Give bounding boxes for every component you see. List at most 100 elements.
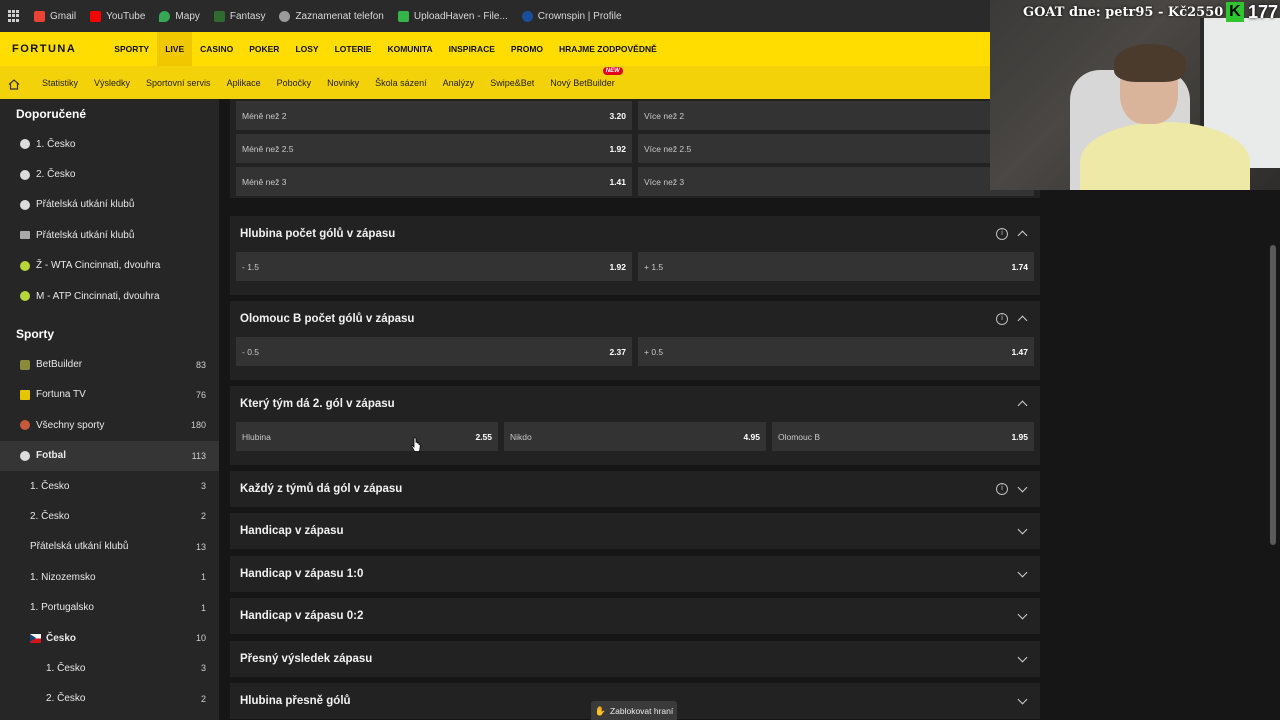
nav-poker[interactable]: POKER — [241, 32, 287, 66]
market-header[interactable]: Handicap v zápasu 0:2 — [230, 598, 1040, 634]
subnav-novy-betbuilder[interactable]: Nový BetBuilder NEW — [542, 66, 623, 88]
market-handicap[interactable]: Handicap v zápasu — [230, 513, 1040, 549]
sidebar-item-cesko-2-cesko[interactable]: 2. Česko 2 — [0, 684, 219, 714]
sidebar-item-2-cesko[interactable]: 2. Česko — [0, 159, 219, 189]
sidebar-item-wta-cincinnati[interactable]: Ž - WTA Cincinnati, dvouhra — [0, 251, 219, 281]
home-icon[interactable] — [8, 77, 20, 90]
nav-live[interactable]: LIVE — [157, 32, 193, 66]
chevron-down-icon[interactable] — [1016, 653, 1028, 665]
odd-mene-nez-2-5[interactable]: Méně než 2.5 1.92 — [236, 134, 632, 163]
odd-hlubina-under-1-5[interactable]: - 1.5 1.92 — [236, 252, 632, 281]
market-presny-vysledek[interactable]: Přesný výsledek zápasu — [230, 641, 1040, 677]
fortuna-logo[interactable]: FORTUNA — [12, 43, 76, 55]
nav-promo[interactable]: PROMO — [503, 32, 551, 66]
subnav-pobocky[interactable]: Pobočky — [269, 78, 320, 88]
fantasy-icon — [213, 10, 225, 22]
globe-icon — [279, 10, 291, 22]
subnav-analyzy[interactable]: Analýzy — [435, 78, 483, 88]
market-header[interactable]: Hlubina počet gólů v zápasu — [230, 216, 1040, 252]
chevron-up-icon[interactable] — [1016, 398, 1028, 410]
odd-vice-nez-3[interactable]: Více než 3 — [638, 167, 1034, 196]
subnav-skola-sazeni[interactable]: Škola sázení — [367, 78, 435, 88]
nav-hrajme-zodpovedne[interactable]: HRAJME ZODPOVĚDNĚ — [551, 32, 665, 66]
youtube-icon — [90, 10, 102, 22]
odd-olomouc-b[interactable]: Olomouc B 1.95 — [772, 422, 1034, 451]
bookmark-uploadhaven[interactable]: UploadHaven - File... — [397, 10, 508, 22]
chevron-up-icon[interactable] — [1016, 228, 1028, 240]
odd-vice-nez-2[interactable]: Více než 2 — [638, 101, 1034, 130]
odd-mene-nez-2[interactable]: Méně než 2 3.20 — [236, 101, 632, 130]
odds-row: - 1.5 1.92 + 1.5 1.74 — [230, 252, 1040, 281]
chevron-down-icon[interactable] — [1016, 483, 1028, 495]
sidebar-item-pratelska-utkani[interactable]: Přátelská utkání klubů — [0, 190, 219, 220]
nav-inspirace[interactable]: INSPIRACE — [441, 32, 503, 66]
subnav-aplikace[interactable]: Aplikace — [219, 78, 269, 88]
bookmark-crownspin[interactable]: Crownspin | Profile — [521, 10, 622, 22]
sidebar-item-betbuilder[interactable]: BetBuilder 83 — [0, 349, 219, 379]
sidebar-item-fotbal-cesko[interactable]: Česko 10 — [0, 623, 219, 653]
nav-komunita[interactable]: KOMUNITA — [379, 32, 440, 66]
sidebar-item-pratelska-utkani-2[interactable]: Přátelská utkání klubů — [0, 220, 219, 250]
sidebar-item-fortuna-tv[interactable]: Fortuna TV 76 — [0, 380, 219, 410]
tennis-ball-icon — [20, 260, 30, 271]
sidebar-item-fotbal-2-cesko[interactable]: 2. Česko 2 — [0, 501, 219, 531]
chevron-down-icon[interactable] — [1016, 525, 1028, 537]
bookmark-zaznamenat[interactable]: Zaznamenat telefon — [279, 10, 384, 22]
market-goals-total: Méně než 2 3.20 Více než 2 Méně než 2.5 1.… — [230, 99, 1040, 198]
subnav-statistiky[interactable]: Statistiky — [34, 78, 86, 88]
sidebar-title-recommended: Doporučené — [16, 107, 87, 121]
market-olomouc-goals: Olomouc B počet gólů v zápasu - 0.52.37 … — [230, 301, 1040, 380]
sidebar-item-fotbal-1-cesko[interactable]: 1. Česko 3 — [0, 471, 219, 501]
sidebar-item-atp-cincinnati[interactable]: M - ATP Cincinnati, dvouhra — [0, 281, 219, 311]
market-header[interactable]: Přesný výsledek zápasu — [230, 641, 1040, 677]
sidebar: Doporučené 1. Česko 2. Česko Přátelská u… — [0, 99, 219, 720]
market-handicap-1-0[interactable]: Handicap v zápasu 1:0 — [230, 556, 1040, 592]
sidebar-item-vsechny-sporty[interactable]: Všechny sporty 180 — [0, 410, 219, 440]
market-header[interactable]: Handicap v zápasu 1:0 — [230, 556, 1040, 592]
sidebar-item-fotbal-pratelska[interactable]: Přátelská utkání klubů 13 — [0, 532, 219, 562]
market-header[interactable]: Olomouc B počet gólů v zápasu — [230, 301, 1040, 337]
bookmark-mapy[interactable]: Mapy — [159, 10, 200, 22]
odd-olomouc-over-0-5[interactable]: + 0.5 1.47 — [638, 337, 1034, 366]
apps-grid-icon[interactable] — [8, 10, 20, 22]
market-kazdy-tym-da-gol[interactable]: Každý z týmů dá gól v zápasu — [230, 471, 1040, 507]
odd-hlubina-over-1-5[interactable]: + 1.5 1.74 — [638, 252, 1034, 281]
market-header[interactable]: Handicap v zápasu — [230, 513, 1040, 549]
nav-losy[interactable]: LOSY — [287, 32, 326, 66]
market-header[interactable]: Který tým dá 2. gól v zápasu — [230, 386, 1040, 422]
odd-olomouc-under-0-5[interactable]: - 0.5 2.37 — [236, 337, 632, 366]
odd-nikdo[interactable]: Nikdo 4.95 — [504, 422, 766, 451]
chevron-up-icon[interactable] — [1016, 313, 1028, 325]
subnav-sportovni-servis[interactable]: Sportovní servis — [138, 78, 219, 88]
page-scrollbar[interactable] — [1270, 245, 1276, 545]
odd-hlubina[interactable]: Hlubina 2.55 — [236, 422, 498, 451]
bookmark-youtube[interactable]: YouTube — [90, 10, 145, 22]
odd-vice-nez-2-5[interactable]: Více než 2.5 — [638, 134, 1034, 163]
nav-loterie[interactable]: LOTERIE — [327, 32, 380, 66]
subnav-vysledky[interactable]: Výsledky — [86, 78, 138, 88]
sidebar-item-fotbal-portugalsko[interactable]: 1. Portugalsko 1 — [0, 592, 219, 622]
market-title: Hlubina počet gólů v zápasu — [240, 228, 396, 240]
odd-mene-nez-3[interactable]: Méně než 3 1.41 — [236, 167, 632, 196]
info-icon[interactable] — [996, 483, 1008, 495]
block-gambling-button[interactable]: ✋ Zablokovat hraní — [591, 701, 677, 720]
bookmark-gmail[interactable]: Gmail — [34, 10, 76, 22]
info-icon[interactable] — [996, 313, 1008, 325]
chevron-down-icon[interactable] — [1016, 568, 1028, 580]
market-handicap-0-2[interactable]: Handicap v zápasu 0:2 — [230, 598, 1040, 634]
sidebar-title-sports: Sporty — [16, 327, 55, 342]
subnav-swipe-bet[interactable]: Swipe&Bet — [482, 78, 542, 88]
nav-sporty[interactable]: SPORTY — [106, 32, 157, 66]
chevron-down-icon[interactable] — [1016, 610, 1028, 622]
sidebar-item-fotbal-nizozemsko[interactable]: 1. Nizozemsko 1 — [0, 562, 219, 592]
info-icon[interactable] — [996, 228, 1008, 240]
chevron-down-icon[interactable] — [1016, 695, 1028, 707]
bookmark-fantasy[interactable]: Fantasy — [213, 10, 265, 22]
sidebar-item-1-cesko[interactable]: 1. Česko — [0, 129, 219, 159]
subnav-novinky[interactable]: Novinky — [319, 78, 367, 88]
nav-casino[interactable]: CASINO — [192, 32, 241, 66]
market-header[interactable]: Každý z týmů dá gól v zápasu — [230, 471, 1040, 507]
sidebar-item-fotbal[interactable]: Fotbal 113 — [0, 440, 219, 471]
sidebar-item-cesko-1-cesko[interactable]: 1. Česko 3 — [0, 653, 219, 683]
tv-icon — [20, 389, 30, 400]
